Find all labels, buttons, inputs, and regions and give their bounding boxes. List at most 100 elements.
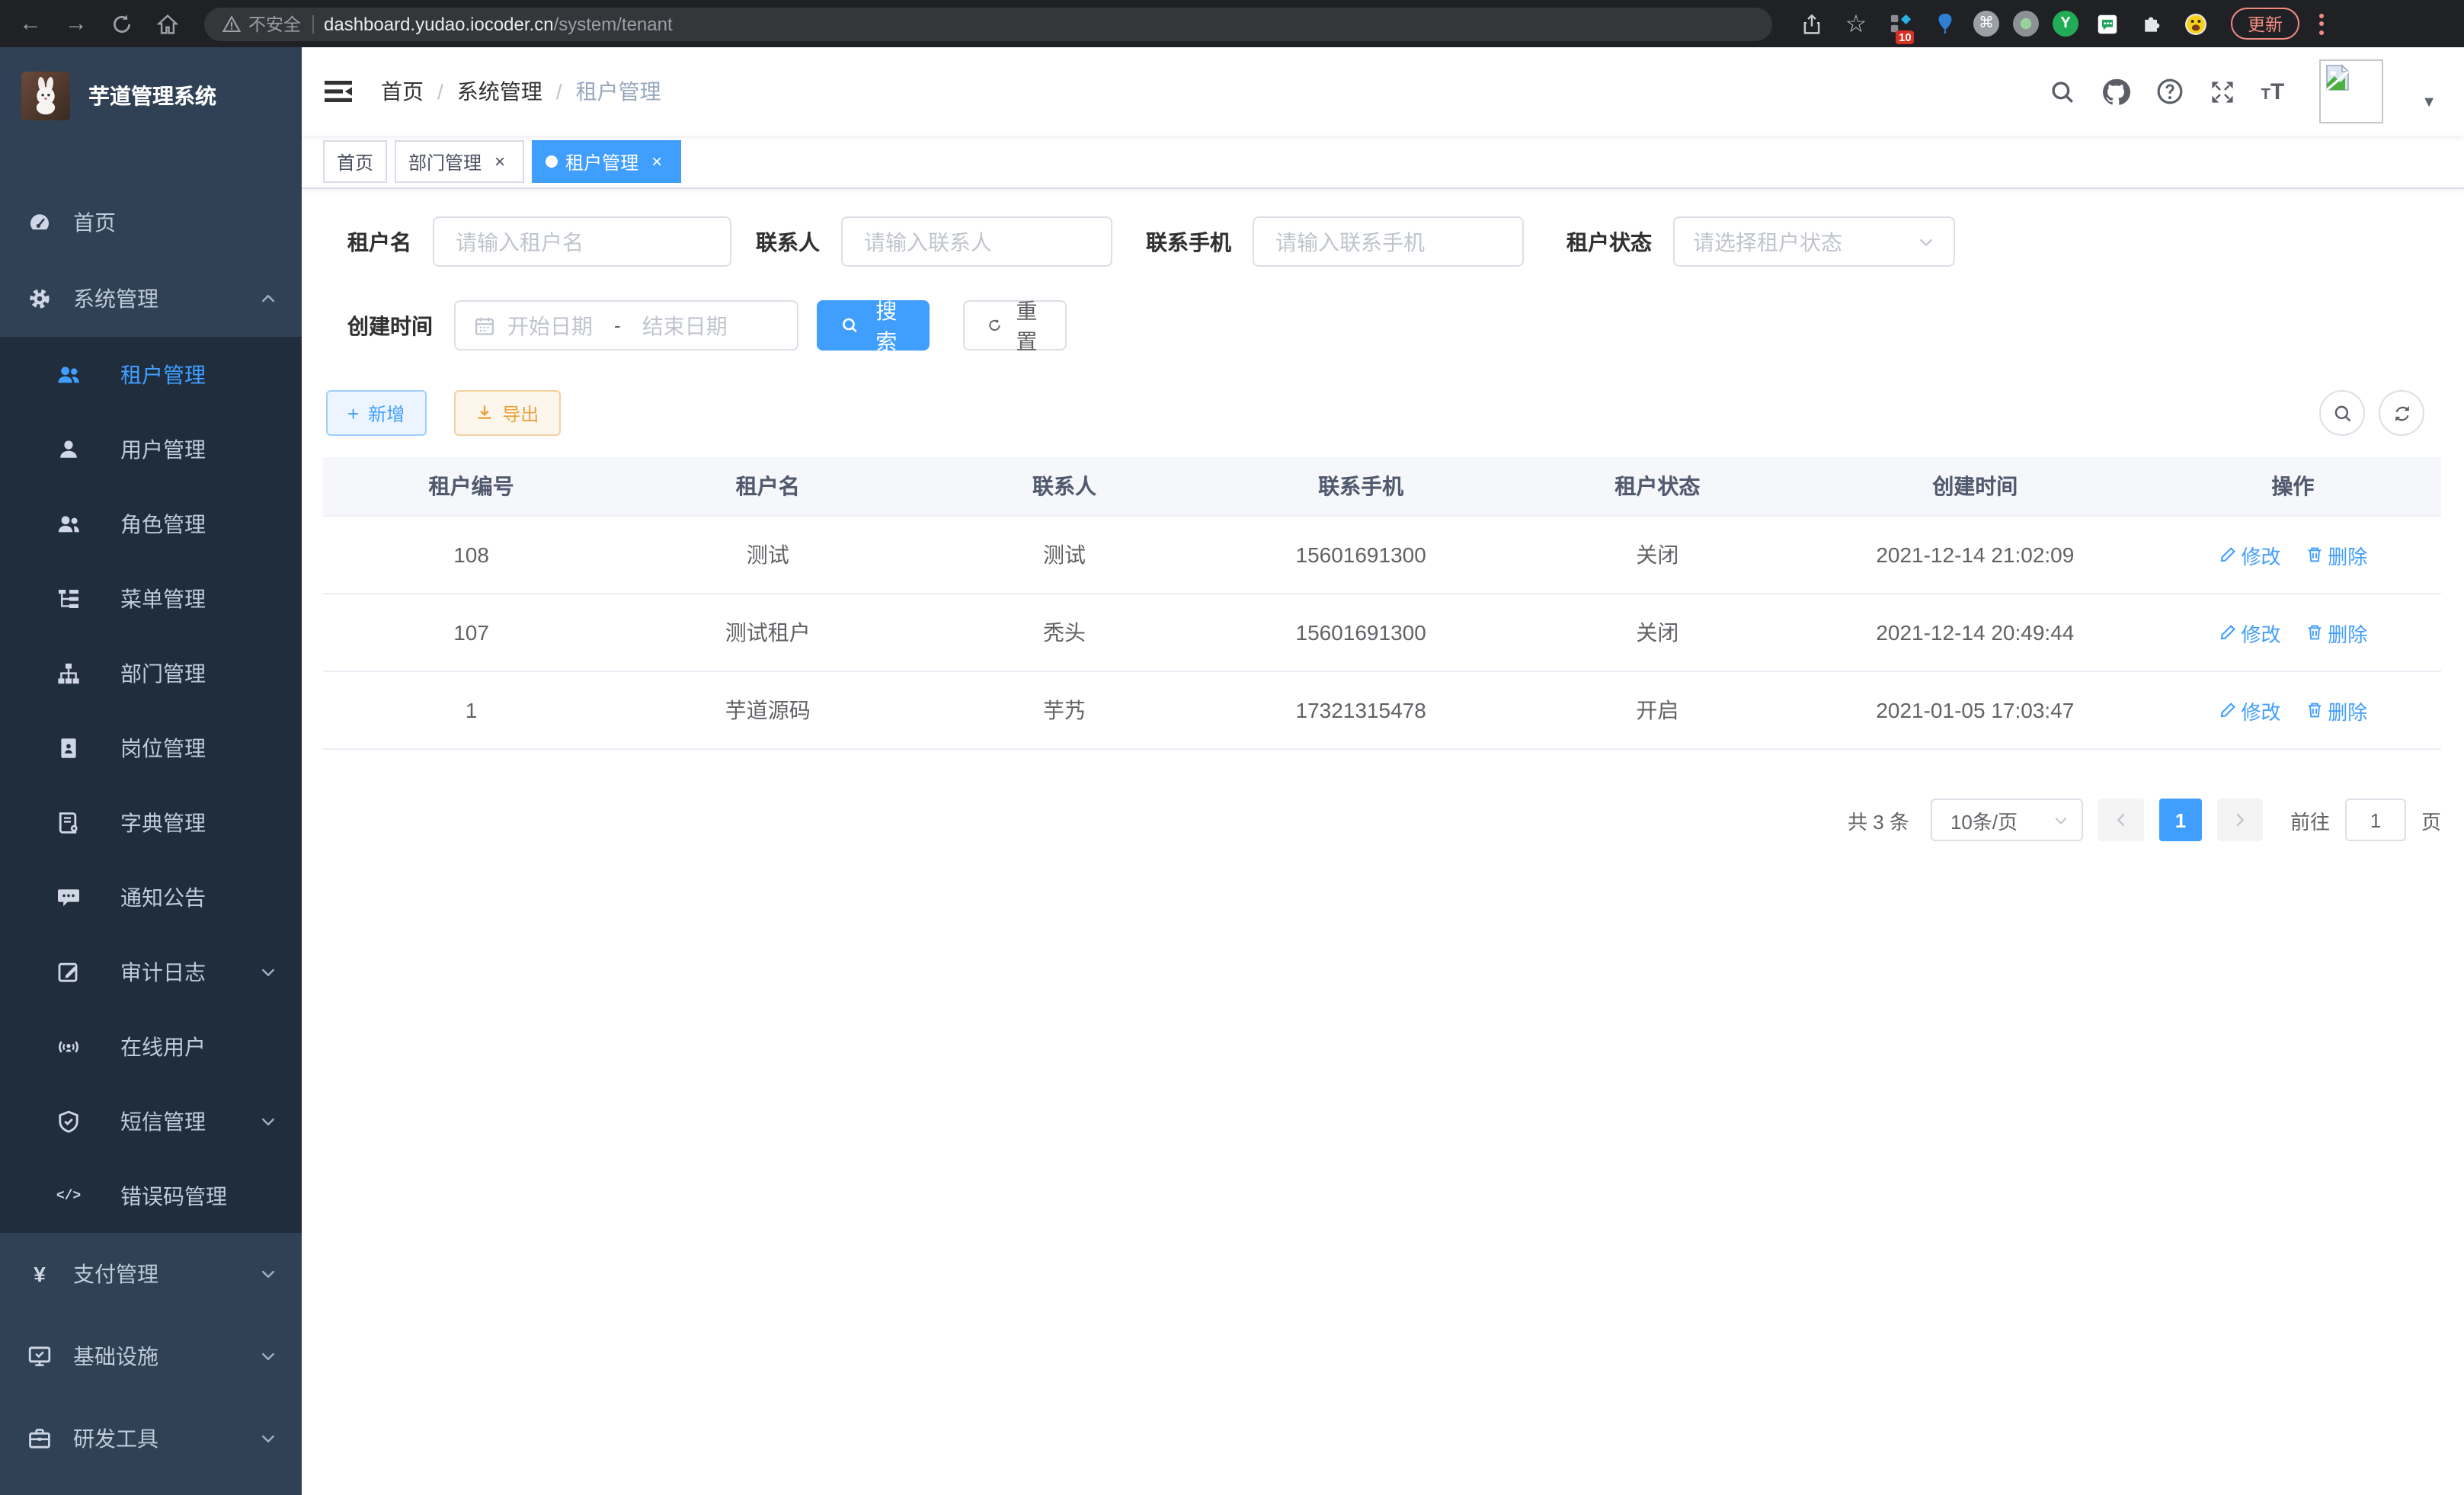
page-number-1[interactable]: 1 [2159,799,2202,841]
balloon-extension-icon[interactable] [1929,8,1960,39]
edit-icon [2218,623,2236,642]
bookmark-star-icon[interactable]: ☆ [1841,8,1871,39]
sidebar-item-departments[interactable]: 部门管理 [0,635,302,710]
edit-button[interactable]: 修改 [2218,618,2280,647]
trash-icon [2305,701,2323,719]
sidebar-item-posts[interactable]: 岗位管理 [0,710,302,785]
command-extension-icon[interactable]: ⌘ [1973,11,1999,37]
chevron-up-icon [259,290,277,308]
tags-view: 首页 部门管理 × 租户管理 × [302,136,2464,189]
chat-extension-icon[interactable] [2092,8,2123,39]
reset-button[interactable]: 重置 [963,300,1067,351]
total-count: 共 3 条 [1848,805,1909,834]
sidebar-item-home[interactable]: 首页 [0,184,302,261]
sidebar-item-dictionary[interactable]: 字典管理 [0,785,302,860]
sidebar-toggle-icon[interactable] [323,76,354,107]
emoji-extension-icon[interactable] [2181,8,2211,39]
breadcrumb-system[interactable]: 系统管理 [457,76,542,107]
start-date-placeholder: 开始日期 [507,310,593,341]
reload-icon[interactable] [104,5,140,42]
add-button[interactable]: + 新增 [326,390,426,436]
tag-departments[interactable]: 部门管理 × [395,140,524,183]
refresh-table-button[interactable] [2379,390,2424,436]
edit-button[interactable]: 修改 [2218,540,2280,569]
help-icon[interactable] [2156,78,2184,105]
tenant-name-label: 租户名 [347,226,411,257]
online-users-icon [56,1034,81,1058]
prev-page-button[interactable] [2098,799,2144,841]
url-path: /system/tenant [554,13,673,34]
next-page-button[interactable] [2217,799,2263,841]
sidebar-item-online-users[interactable]: 在线用户 [0,1009,302,1084]
sidebar-item-infrastructure[interactable]: 基础设施 [0,1315,302,1397]
home-icon[interactable] [149,5,186,42]
sidebar-item-menus[interactable]: 菜单管理 [0,561,302,635]
delete-button[interactable]: 删除 [2305,696,2367,725]
screen: ← → 不安全 dashboard.yudao.iocoder.cn/syste… [0,0,2464,1495]
sidebar-item-payment[interactable]: ¥ 支付管理 [0,1233,302,1315]
sidebar-item-error-codes[interactable]: </> 错误码管理 [0,1158,302,1233]
dot-extension-icon[interactable] [2013,11,2039,37]
tag-home[interactable]: 首页 [323,140,387,183]
browser-menu-icon[interactable] [2319,13,2324,34]
github-icon[interactable] [2101,77,2130,106]
mobile-input[interactable] [1272,228,1504,255]
calendar-icon [474,315,495,336]
search-icon[interactable] [2050,78,2075,104]
font-size-icon[interactable]: TT [2261,80,2285,103]
sidebar-item-roles[interactable]: 角色管理 [0,486,302,561]
back-icon[interactable]: ← [12,5,49,42]
status-select[interactable]: 请选择租户状态 [1673,216,1955,267]
sidebar-item-tenant[interactable]: 租户管理 [0,337,302,411]
address-bar[interactable]: 不安全 dashboard.yudao.iocoder.cn/system/te… [204,7,1772,40]
share-icon[interactable] [1797,8,1827,39]
pagination: 共 3 条 10条/页 1 前往 页 [323,799,2441,841]
sidebar-item-dev-tools[interactable]: 研发工具 [0,1397,302,1480]
contact-input[interactable] [861,228,1093,255]
browser-update-button[interactable]: 更新 [2231,8,2299,40]
avatar[interactable] [2319,59,2383,123]
close-icon[interactable]: × [646,151,667,172]
show-search-button[interactable] [2319,390,2365,436]
delete-button[interactable]: 删除 [2305,540,2367,569]
sidebar-item-sms[interactable]: 短信管理 [0,1084,302,1158]
y-extension-icon[interactable]: Y [2053,11,2078,37]
col-contact: 联系人 [916,457,1212,516]
forward-icon[interactable]: → [58,5,94,42]
gauge-icon [27,210,52,235]
divider [312,14,313,33]
chevron-down-icon [2053,812,2069,828]
page-size-select[interactable]: 10条/页 [1931,799,2083,841]
sidebar-submenu-system: 租户管理 用户管理 角色管理 [0,337,302,1233]
fullscreen-icon[interactable] [2210,78,2235,104]
breadcrumb-home[interactable]: 首页 [381,76,424,107]
close-icon[interactable]: × [489,151,510,172]
infrastructure-icon [27,1344,52,1369]
sidebar-item-announcements[interactable]: 通知公告 [0,860,302,934]
chevron-down-icon [259,962,277,981]
chevron-down-icon [259,1265,277,1283]
tag-tenant[interactable]: 租户管理 × [532,140,681,183]
plus-icon: + [347,403,359,423]
edit-button[interactable]: 修改 [2218,696,2280,725]
sidebar-item-users[interactable]: 用户管理 [0,411,302,486]
breadcrumb: 首页 / 系统管理 / 租户管理 [381,76,661,107]
export-button[interactable]: 导出 [453,390,560,436]
sidebar-item-system[interactable]: 系统管理 [0,261,302,337]
caret-down-icon[interactable]: ▼ [2421,94,2437,110]
search-button[interactable]: 搜索 [817,300,930,351]
date-range-picker[interactable]: 开始日期 - 结束日期 [454,300,798,351]
chevron-down-icon [259,1347,277,1365]
mobile-label: 联系手机 [1146,226,1231,257]
org-chart-icon [56,661,81,685]
audit-log-icon [56,959,81,984]
tenant-name-input[interactable] [453,228,712,255]
extension-grid-icon[interactable]: 10 [1885,8,1915,39]
delete-button[interactable]: 删除 [2305,618,2367,647]
app-logo[interactable]: 芋道管理系统 [0,53,302,139]
trash-icon [2305,623,2323,642]
download-icon [475,404,493,422]
extensions-puzzle-icon[interactable] [2136,8,2167,39]
sidebar-item-audit-log[interactable]: 审计日志 [0,934,302,1009]
page-jumper-input[interactable] [2345,799,2406,841]
